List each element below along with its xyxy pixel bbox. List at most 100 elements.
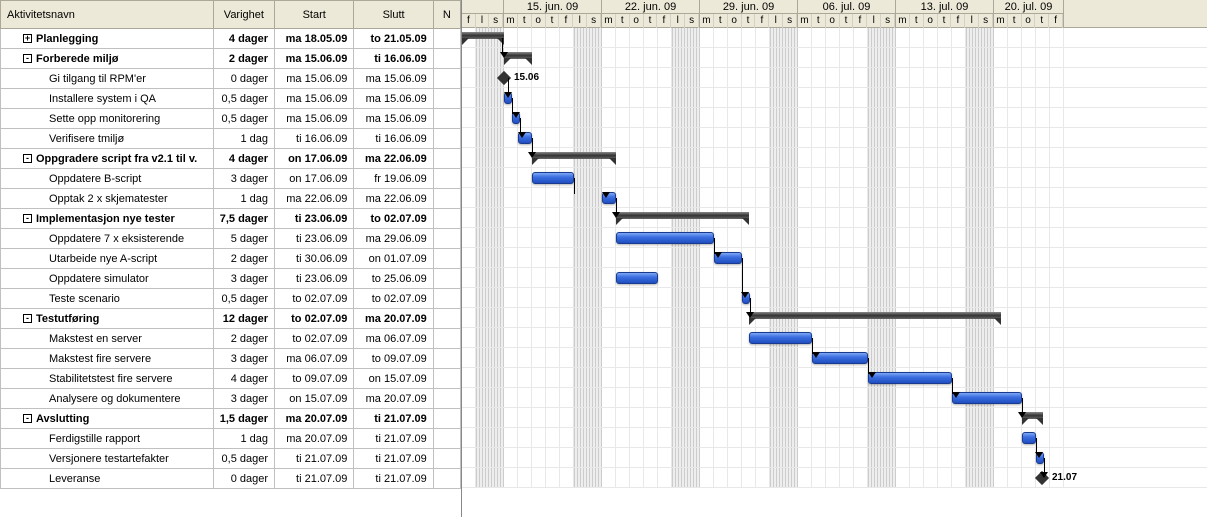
day-label: t: [1008, 14, 1022, 28]
task-bar[interactable]: [532, 172, 574, 184]
task-end: to 25.06.09: [354, 269, 433, 289]
day-label: t: [812, 14, 826, 28]
day-label: f: [951, 14, 965, 28]
summary-bar[interactable]: [616, 212, 749, 219]
task-bar[interactable]: [616, 272, 658, 284]
table-row[interactable]: -Implementasjon nye tester7,5 dagerti 23…: [1, 209, 461, 229]
table-row[interactable]: Utarbeide nye A-script2 dagerti 30.06.09…: [1, 249, 461, 269]
task-start: on 17.06.09: [275, 149, 354, 169]
gantt-row: [462, 428, 1207, 448]
task-start: ma 15.06.09: [275, 109, 354, 129]
gantt-body[interactable]: 15.0621.07: [462, 28, 1207, 488]
task-name: Ferdigstille rapport: [49, 433, 140, 445]
task-bar[interactable]: [812, 352, 868, 364]
table-row[interactable]: Opptak 2 x skjematester1 dagma 22.06.09m…: [1, 189, 461, 209]
task-start: ma 15.06.09: [275, 49, 354, 69]
summary-bar[interactable]: [532, 152, 616, 159]
task-name: Oppdatere B-script: [49, 173, 141, 185]
task-duration: 4 dager: [213, 29, 274, 49]
summary-bar[interactable]: [462, 32, 504, 39]
col-duration[interactable]: Varighet: [213, 1, 274, 29]
task-bar[interactable]: [952, 392, 1022, 404]
col-n[interactable]: N: [433, 1, 460, 29]
task-end: to 21.05.09: [354, 29, 433, 49]
table-row[interactable]: -Oppgradere script fra v2.1 til v.4 dage…: [1, 149, 461, 169]
task-start: ti 16.06.09: [275, 129, 354, 149]
table-row[interactable]: Makstest fire servere3 dagerma 06.07.09t…: [1, 349, 461, 369]
task-end: fr 19.06.09: [354, 169, 433, 189]
task-bar[interactable]: [868, 372, 952, 384]
task-duration: 4 dager: [213, 149, 274, 169]
table-row[interactable]: Stabilitetstest fire servere4 dagerto 09…: [1, 369, 461, 389]
collapse-icon[interactable]: -: [23, 414, 32, 423]
day-label: s: [979, 14, 993, 28]
day-label: m: [994, 14, 1008, 28]
table-row[interactable]: Analysere og dokumentere3 dageron 15.07.…: [1, 389, 461, 409]
gantt-row: [462, 268, 1207, 288]
week-label: 20. jul. 09: [994, 0, 1063, 14]
table-row[interactable]: Installere system i QA0,5 dagerma 15.06.…: [1, 89, 461, 109]
task-duration: 1 dag: [213, 429, 274, 449]
task-end: ma 22.06.09: [354, 189, 433, 209]
task-end: ti 16.06.09: [354, 49, 433, 69]
task-end: ma 15.06.09: [354, 89, 433, 109]
task-end: ti 21.07.09: [354, 429, 433, 449]
table-row[interactable]: -Testutføring12 dagerto 02.07.09ma 20.07…: [1, 309, 461, 329]
task-bar[interactable]: [1022, 432, 1036, 444]
task-bar[interactable]: [616, 232, 714, 244]
task-bar[interactable]: [749, 332, 812, 344]
task-start: ma 15.06.09: [275, 69, 354, 89]
col-end[interactable]: Slutt: [354, 1, 433, 29]
week-label: 13. jul. 09: [896, 0, 993, 14]
gantt-row: [462, 448, 1207, 468]
task-duration: 0,5 dager: [213, 449, 274, 469]
day-label: t: [840, 14, 854, 28]
task-start: ti 21.07.09: [275, 469, 354, 489]
gantt-row: [462, 388, 1207, 408]
table-row[interactable]: -Forberede miljø2 dagerma 15.06.09ti 16.…: [1, 49, 461, 69]
gantt-row: [462, 148, 1207, 168]
day-label: f: [853, 14, 867, 28]
table-row[interactable]: Teste scenario0,5 dagerto 02.07.09to 02.…: [1, 289, 461, 309]
collapse-icon[interactable]: -: [23, 54, 32, 63]
task-end: to 09.07.09: [354, 349, 433, 369]
summary-bar[interactable]: [749, 312, 1001, 319]
day-label: t: [644, 14, 658, 28]
task-start: ti 23.06.09: [275, 209, 354, 229]
table-row[interactable]: Oppdatere simulator3 dagerti 23.06.09to …: [1, 269, 461, 289]
task-end: ti 16.06.09: [354, 129, 433, 149]
task-end: ma 20.07.09: [354, 309, 433, 329]
summary-bar[interactable]: [504, 52, 532, 59]
task-start: to 02.07.09: [275, 309, 354, 329]
table-row[interactable]: Gi tilgang til RPM'er0 dagerma 15.06.09m…: [1, 69, 461, 89]
task-start: ma 22.06.09: [275, 189, 354, 209]
day-label: s: [881, 14, 895, 28]
table-row[interactable]: Oppdatere 7 x eksisterende5 dagerti 23.0…: [1, 229, 461, 249]
task-duration: 7,5 dager: [213, 209, 274, 229]
task-start: to 09.07.09: [275, 369, 354, 389]
gantt-row: [462, 288, 1207, 308]
gantt-row: [462, 128, 1207, 148]
table-row[interactable]: Oppdatere B-script3 dageron 17.06.09fr 1…: [1, 169, 461, 189]
col-name[interactable]: Aktivitetsnavn: [1, 1, 214, 29]
table-row[interactable]: +Planlegging4 dagerma 18.05.09to 21.05.0…: [1, 29, 461, 49]
task-duration: 1,5 dager: [213, 409, 274, 429]
collapse-icon[interactable]: -: [23, 314, 32, 323]
table-row[interactable]: Leveranse0 dagerti 21.07.09ti 21.07.09: [1, 469, 461, 489]
gantt-row: [462, 368, 1207, 388]
table-row[interactable]: Ferdigstille rapport1 dagma 20.07.09ti 2…: [1, 429, 461, 449]
gantt-row: [462, 28, 1207, 48]
expand-icon[interactable]: +: [23, 34, 32, 43]
day-label: m: [504, 14, 518, 28]
table-row[interactable]: Versjonere testartefakter0,5 dagerti 21.…: [1, 449, 461, 469]
table-row[interactable]: -Avslutting1,5 dagerma 20.07.09ti 21.07.…: [1, 409, 461, 429]
task-table-panel: Aktivitetsnavn Varighet Start Slutt N +P…: [0, 0, 462, 517]
table-row[interactable]: Verifisere tmiljø1 dagti 16.06.09ti 16.0…: [1, 129, 461, 149]
table-row[interactable]: Sette opp monitorering0,5 dagerma 15.06.…: [1, 109, 461, 129]
col-start[interactable]: Start: [275, 1, 354, 29]
task-start: ti 23.06.09: [275, 229, 354, 249]
table-row[interactable]: Makstest en server2 dagerto 02.07.09ma 0…: [1, 329, 461, 349]
collapse-icon[interactable]: -: [23, 154, 32, 163]
collapse-icon[interactable]: -: [23, 214, 32, 223]
day-label: l: [573, 14, 587, 28]
